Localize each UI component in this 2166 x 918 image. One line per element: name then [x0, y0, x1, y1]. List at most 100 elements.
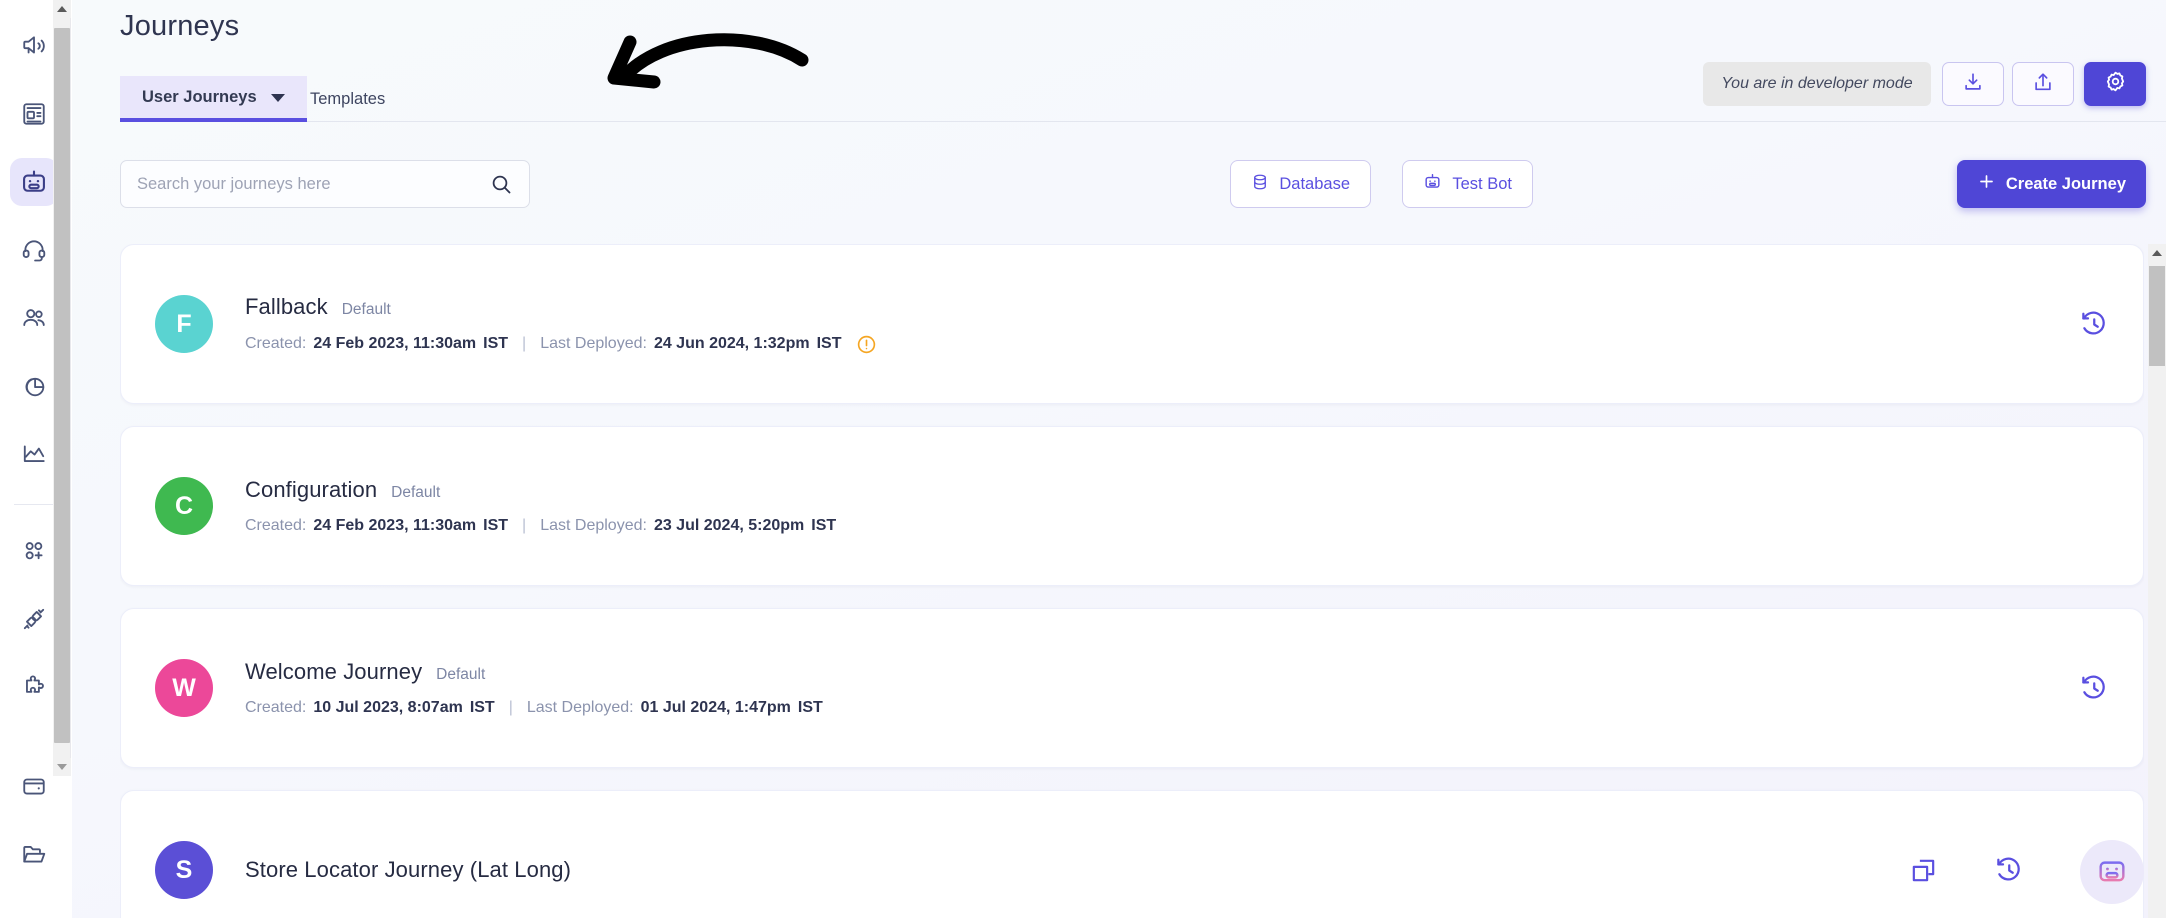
last-deployed-label: Last Deployed:: [526, 699, 634, 716]
triangle-up-icon: [2152, 250, 2162, 256]
sidebar-item-analytics[interactable]: [10, 430, 58, 478]
journeys-list: F Fallback Default Created: 24 Feb 2023,…: [120, 244, 2144, 918]
search-box[interactable]: [120, 160, 530, 208]
scroll-up-button[interactable]: [53, 0, 71, 18]
test-bot-button-label: Test Bot: [1452, 174, 1512, 193]
status-badge: Default: [341, 300, 391, 318]
sidebar-item-users[interactable]: [10, 294, 58, 342]
status-badge: Default: [436, 666, 486, 683]
tab-user-journeys[interactable]: User Journeys: [120, 76, 307, 122]
table-row[interactable]: W Welcome Journey Default Created: 10 Ju…: [120, 608, 2144, 768]
database-button-label: Database: [1279, 174, 1350, 193]
avatar: W: [155, 659, 213, 717]
list-scrollbar-thumb[interactable]: [2149, 266, 2165, 366]
duplicate-icon[interactable]: [1909, 856, 1938, 885]
headset-icon: [21, 237, 47, 263]
table-row[interactable]: C Configuration Default Created: 24 Feb …: [120, 426, 2144, 586]
sidebar-item-reports[interactable]: [10, 362, 58, 410]
sidebar-item-billing[interactable]: [10, 762, 58, 810]
scroll-down-button[interactable]: [53, 758, 71, 776]
sidebar-item-plugins[interactable]: [10, 663, 58, 711]
created-label: Created:: [245, 699, 307, 716]
table-row[interactable]: S Store Locator Journey (Lat Long): [120, 790, 2144, 918]
journey-name: Fallback: [245, 293, 328, 319]
journey-info: Welcome Journey Default Created: 10 Jul …: [245, 659, 823, 717]
field-separator: |: [522, 517, 527, 534]
history-icon[interactable]: [2079, 673, 2109, 703]
avatar: S: [155, 841, 213, 899]
create-journey-button[interactable]: Create Journey: [1956, 160, 2146, 208]
line-chart-icon: [21, 441, 47, 467]
last-deployed-timezone: IST: [816, 335, 842, 352]
users-icon: [21, 305, 47, 331]
history-icon[interactable]: [2079, 309, 2109, 339]
sidebar-item-bot-journeys[interactable]: [10, 158, 58, 206]
last-deployed-value: 24 Jun 2024, 1:32pm: [653, 335, 810, 352]
app-root: Journeys User Journeys Templates You are…: [0, 0, 2166, 918]
list-scrollbar[interactable]: [2148, 244, 2166, 918]
created-value: 10 Jul 2023, 8:07am: [313, 699, 463, 716]
journey-info: Store Locator Journey (Lat Long): [245, 857, 571, 883]
created-value: 24 Feb 2023, 11:30am: [313, 517, 477, 534]
created-value: 24 Feb 2023, 11:30am: [313, 335, 477, 352]
field-separator: |: [508, 699, 513, 716]
bot-icon: [2095, 853, 2129, 892]
row-actions: [1909, 855, 2109, 885]
search-icon[interactable]: [489, 172, 513, 196]
tab-templates[interactable]: Templates: [288, 76, 407, 122]
pie-chart-icon: [21, 373, 47, 399]
last-deployed-label: Last Deployed:: [540, 335, 647, 352]
triangle-up-icon: [57, 6, 67, 12]
search-input[interactable]: [137, 174, 489, 194]
journey-name: Configuration: [245, 477, 378, 502]
journey-name: Store Locator Journey (Lat Long): [245, 857, 572, 882]
created-timezone: IST: [483, 517, 509, 534]
sidebar-item-files[interactable]: [10, 830, 58, 878]
avatar-initial: S: [175, 855, 193, 884]
sidebar-item-announcements[interactable]: [10, 22, 58, 70]
bot-icon: [20, 168, 48, 196]
dashboard-icon: [21, 101, 47, 127]
database-button[interactable]: Database: [1230, 160, 1371, 208]
journey-info: Configuration Default Created: 24 Feb 20…: [245, 477, 836, 535]
chevron-down-icon[interactable]: [270, 94, 285, 102]
list-scroll-up-button[interactable]: [2148, 244, 2166, 262]
last-deployed-value: 01 Jul 2024, 1:47pm: [640, 699, 791, 716]
triangle-down-icon: [57, 764, 67, 770]
scrollbar-thumb[interactable]: [54, 28, 70, 743]
bot-icon: [1423, 172, 1442, 196]
sidebar-item-integrations[interactable]: [10, 595, 58, 643]
created-timezone: IST: [483, 335, 509, 352]
add-circles-icon: [21, 538, 47, 564]
warning-icon[interactable]: [856, 334, 877, 355]
settings-button[interactable]: [2084, 62, 2146, 106]
created-timezone: IST: [469, 699, 495, 716]
last-deployed-timezone: IST: [811, 517, 837, 534]
page-title: Journeys: [120, 10, 240, 42]
megaphone-icon: [21, 33, 47, 59]
history-icon[interactable]: [1994, 855, 2024, 885]
avatar-initial: F: [176, 309, 192, 338]
journey-name: Welcome Journey: [245, 659, 423, 684]
test-bot-button[interactable]: Test Bot: [1402, 160, 1533, 208]
plug-icon: [21, 606, 47, 632]
plus-icon: [1977, 172, 1996, 196]
journey-info: Fallback Default Created: 24 Feb 2023, 1…: [245, 294, 877, 355]
last-deployed-label: Last Deployed:: [540, 517, 647, 534]
table-row[interactable]: F Fallback Default Created: 24 Feb 2023,…: [120, 244, 2144, 404]
window-scrollbar[interactable]: [53, 0, 71, 776]
download-button[interactable]: [1942, 62, 2004, 106]
sidebar-item-dashboard[interactable]: [10, 90, 58, 138]
row-actions: [2079, 309, 2109, 339]
sidebar-item-add[interactable]: [10, 527, 58, 575]
sidebar-item-live-chat[interactable]: [10, 226, 58, 274]
row-actions: [2079, 673, 2109, 703]
last-deployed-value: 23 Jul 2024, 5:20pm: [653, 517, 805, 534]
chat-bot-launcher[interactable]: [2080, 840, 2144, 904]
sidebar-bottom-group: [10, 762, 58, 918]
avatar-initial: W: [172, 673, 196, 702]
tab-user-journeys-label: User Journeys: [142, 87, 257, 106]
avatar: C: [155, 477, 213, 535]
share-button[interactable]: [2012, 62, 2074, 106]
database-icon: [1251, 173, 1269, 196]
